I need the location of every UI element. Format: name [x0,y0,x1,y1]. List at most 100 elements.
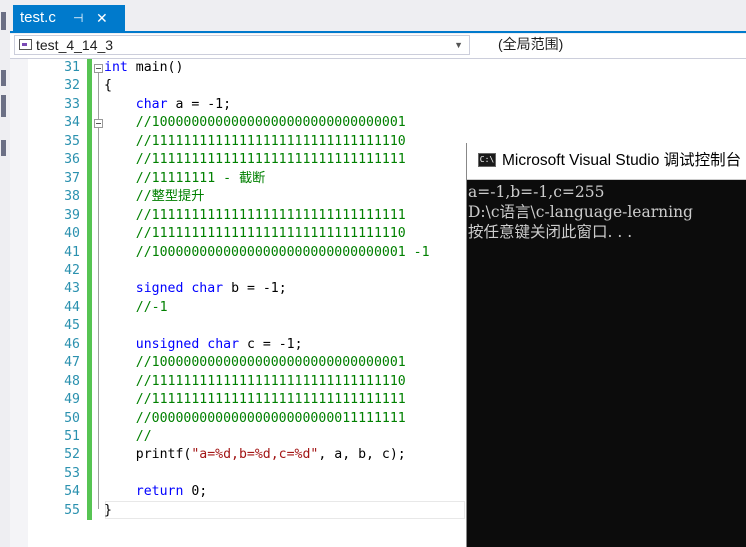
document-tab-bar: test.c ⊣ ✕ [10,0,746,34]
line-number: 49 [64,392,80,408]
line-code: //10000000000000000000000000000001 -1 [104,244,430,263]
line-number: 32 [64,78,80,94]
line-number: 31 [64,60,80,75]
code-line[interactable]: 31 int main() [10,59,746,78]
code-token: b = -1; [223,281,287,297]
code-line[interactable]: 32 { [10,77,746,96]
properties-handle[interactable] [1,140,6,156]
line-code: //11111111111111111111111111111111 [104,391,406,410]
line-number: 40 [64,226,80,242]
comment-token: //11111111111111111111111111111111 [135,152,406,168]
line-code: //11111111111111111111111111111110 [104,133,406,152]
line-number: 46 [64,336,80,352]
pin-icon[interactable]: ⊣ [73,5,83,31]
keyword-token: char [207,336,240,352]
server-explorer-handle[interactable] [1,70,6,86]
project-dropdown[interactable]: test_4_14_3 ▼ [14,35,470,55]
line-number: 51 [64,429,80,444]
line-code: char a = -1; [104,96,231,115]
tab-filename: test.c [20,9,56,26]
console-title-bar[interactable]: C:\ Microsoft Visual Studio 调试控制台 [467,143,746,180]
project-label: test_4_14_3 [36,37,114,53]
code-token: 0; [183,484,208,500]
line-code: //10000000000000000000000000000001 [104,114,406,133]
keyword-token: char [135,96,168,112]
line-number: 47 [64,355,80,371]
line-number: 55 [64,502,80,518]
scope-dropdown[interactable]: (全局范围) [480,35,746,55]
toolbox-handle[interactable] [1,12,6,30]
code-token: printf( [104,447,192,463]
line-number: 48 [64,373,80,389]
console-line-prompt: 按任意键关闭此窗口. . . [468,223,633,241]
comment-token: // [135,429,152,444]
keyword-token: unsigned [135,336,200,352]
comment-token: //11111111111111111111111111111111 [135,207,406,223]
comment-token: //00000000000000000000000011111111 [135,410,406,426]
string-token: "a=%d,b=%d,c=%d" [191,447,319,463]
code-token: , a, b, c); [318,447,406,463]
comment-token: //11111111111111111111111111111110 [135,373,406,389]
tab-test-c[interactable]: test.c ⊣ ✕ [13,5,125,31]
console-output[interactable]: a=-1,b=-1,c=255 D:\c语言\c-language-learni… [467,181,746,547]
chevron-down-icon[interactable]: ▼ [454,36,463,55]
comment-token: //11111111111111111111111111111111 [135,392,406,408]
line-number: 42 [64,262,80,278]
code-line[interactable]: 33 char a = -1; [10,96,746,115]
scope-label: (全局范围) [498,36,564,52]
comment-token: //11111111111111111111111111111110 [135,133,406,149]
keyword-token: signed [135,281,184,297]
comment-token: //10000000000000000000000000000001 [135,115,406,131]
line-number: 44 [64,299,80,315]
line-number: 41 [64,244,80,260]
line-number: 37 [64,170,80,186]
code-token: c = -1; [239,336,303,352]
line-code: printf("a=%d,b=%d,c=%d", a, b, c); [104,446,406,465]
code-token: main() [127,60,184,75]
code-line[interactable]: 34 //10000000000000000000000000000001 [10,114,746,133]
comment-token: //11111111111111111111111111111110 [135,226,406,242]
line-code: //11111111 - 截断 [104,170,266,189]
line-number: 45 [64,318,80,334]
class-view-handle[interactable] [1,95,6,117]
line-code: } [104,502,112,521]
debug-console-window[interactable]: C:\ Microsoft Visual Studio 调试控制台 a=-1,b… [466,143,746,547]
close-icon[interactable]: ✕ [96,5,108,31]
navigation-bar: test_4_14_3 ▼ (全局范围) [10,34,746,59]
line-code: //整型提升 [104,188,205,207]
code-token: } [104,502,112,518]
line-number: 35 [64,133,80,149]
line-number: 39 [64,207,80,223]
line-code: //00000000000000000000000011111111 [104,410,406,429]
code-token: a = -1; [167,96,232,112]
line-code: return 0; [104,483,207,502]
line-code: //11111111111111111111111111111110 [104,225,406,244]
comment-token: //-1 [135,299,168,315]
keyword-token: int [104,60,128,75]
project-icon [19,39,32,50]
console-line-path: D:\c语言\c-language-learning [468,203,693,221]
line-number: 43 [64,281,80,297]
line-code: signed char b = -1; [104,280,287,299]
comment-token: //整型提升 [135,189,205,205]
comment-token: //10000000000000000000000000000001 [135,355,406,371]
line-number: 33 [64,96,80,112]
line-number: 34 [64,115,80,131]
line-code: //11111111111111111111111111111110 [104,373,406,392]
comment-token: //10000000000000000000000000000001 -1 [135,244,430,260]
